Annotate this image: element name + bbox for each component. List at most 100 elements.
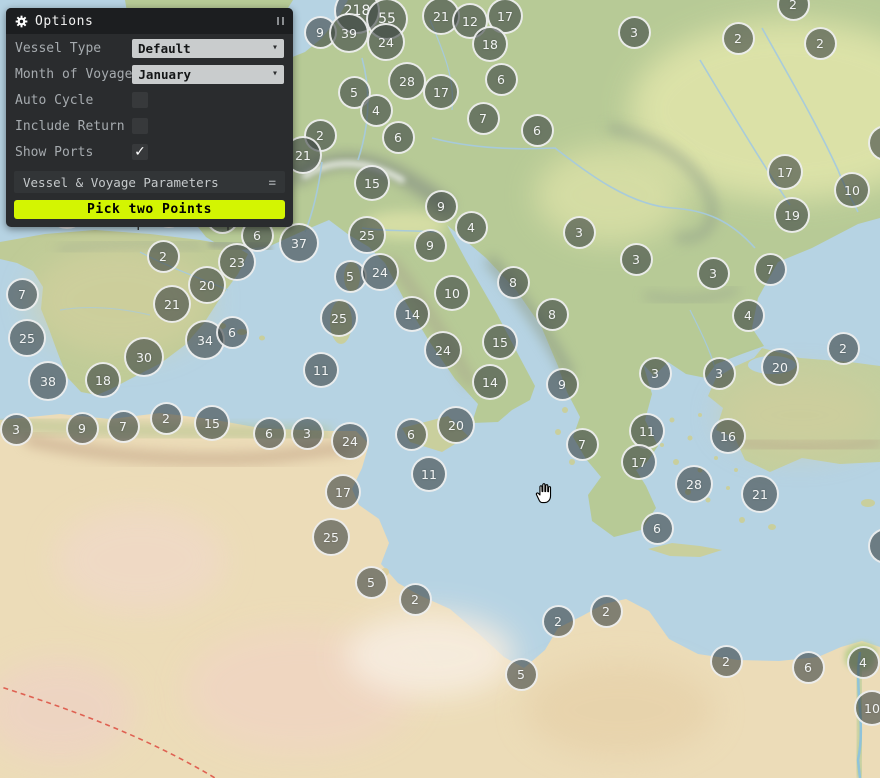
cluster-marker[interactable]: 15 xyxy=(194,405,230,441)
include-return-checkbox[interactable] xyxy=(132,118,148,134)
show-ports-label: Show Ports xyxy=(15,145,132,160)
cluster-marker[interactable]: 3 xyxy=(697,257,730,290)
cluster-marker[interactable]: 14 xyxy=(472,364,508,400)
cluster-marker[interactable]: 28 xyxy=(675,465,713,503)
cluster-marker[interactable]: 24 xyxy=(424,331,462,369)
panel-collapse-icon[interactable] xyxy=(277,17,284,25)
cluster-marker[interactable]: 15 xyxy=(482,324,518,360)
cluster-marker[interactable]: 7 xyxy=(467,102,500,135)
cluster-marker[interactable]: 7 xyxy=(107,410,140,443)
gear-icon xyxy=(15,15,28,28)
auto-cycle-label: Auto Cycle xyxy=(15,93,132,108)
cluster-marker[interactable] xyxy=(868,528,880,564)
cluster-marker[interactable]: 6 xyxy=(216,316,249,349)
cluster-marker[interactable]: 10 xyxy=(434,275,470,311)
cluster-marker[interactable]: 6 xyxy=(485,63,518,96)
cluster-marker[interactable]: 10 xyxy=(834,172,870,208)
options-panel: Options Vessel Type Default ▾ Month of V… xyxy=(6,8,293,227)
cluster-marker[interactable]: 3 xyxy=(639,357,672,390)
cluster-marker[interactable]: 17 xyxy=(767,154,803,190)
cluster-marker[interactable]: 5 xyxy=(505,658,538,691)
cluster-marker[interactable]: 5 xyxy=(355,566,388,599)
cluster-marker[interactable]: 6 xyxy=(395,418,428,451)
cluster-marker[interactable]: 2 xyxy=(722,22,755,55)
cluster-marker[interactable]: 6 xyxy=(253,417,286,450)
cluster-marker[interactable]: 11 xyxy=(303,352,339,388)
pick-two-points-button[interactable]: Pick two Points xyxy=(14,200,285,219)
cluster-marker[interactable]: 17 xyxy=(325,474,361,510)
vessel-type-value: Default xyxy=(138,41,191,56)
cluster-marker[interactable]: 8 xyxy=(497,266,530,299)
cluster-marker[interactable]: 3 xyxy=(563,216,596,249)
cluster-marker[interactable]: 30 xyxy=(124,337,164,377)
cluster-marker[interactable]: 17 xyxy=(423,74,459,110)
cluster-marker[interactable]: 25 xyxy=(320,299,358,337)
cluster-marker[interactable]: 9 xyxy=(414,229,447,262)
cluster-marker[interactable]: 6 xyxy=(521,114,554,147)
cluster-marker[interactable]: 24 xyxy=(331,422,369,460)
cluster-marker[interactable]: 4 xyxy=(847,646,880,679)
cluster-marker[interactable]: 2 xyxy=(147,240,180,273)
cluster-marker[interactable]: 21 xyxy=(153,285,191,323)
cluster-marker[interactable]: 19 xyxy=(774,197,810,233)
cluster-marker[interactable]: 25 xyxy=(8,319,46,357)
cluster-marker[interactable]: 28 xyxy=(388,62,426,100)
chevron-down-icon: ▾ xyxy=(272,69,278,79)
cluster-marker[interactable]: 21 xyxy=(741,475,779,513)
cluster-marker[interactable]: 20 xyxy=(188,266,226,304)
cluster-marker[interactable]: 17 xyxy=(621,444,657,480)
cluster-marker[interactable]: 25 xyxy=(312,518,350,556)
cluster-marker[interactable]: 2 xyxy=(710,645,743,678)
cluster-marker[interactable]: 2 xyxy=(827,332,860,365)
vessel-parameters-section[interactable]: Vessel & Voyage Parameters = xyxy=(14,171,285,193)
month-select[interactable]: January ▾ xyxy=(132,65,284,84)
cluster-marker[interactable]: 6 xyxy=(792,651,825,684)
cluster-marker[interactable]: 9 xyxy=(425,190,458,223)
include-return-label: Include Return xyxy=(15,119,132,134)
cluster-marker[interactable]: 2 xyxy=(150,402,183,435)
cluster-marker[interactable]: 7 xyxy=(754,253,787,286)
cluster-marker[interactable]: 3 xyxy=(618,16,651,49)
cluster-marker[interactable]: 7 xyxy=(6,278,39,311)
cluster-marker[interactable]: 3 xyxy=(291,417,324,450)
cluster-marker[interactable] xyxy=(868,125,880,161)
cluster-marker[interactable]: 15 xyxy=(354,165,390,201)
cluster-marker[interactable]: 2 xyxy=(399,583,432,616)
cluster-marker[interactable]: 18 xyxy=(85,362,121,398)
cluster-marker[interactable]: 2 xyxy=(590,595,623,628)
cluster-marker[interactable]: 11 xyxy=(411,456,447,492)
cluster-marker[interactable]: 6 xyxy=(641,512,674,545)
cluster-marker[interactable]: 8 xyxy=(536,298,569,331)
cluster-marker[interactable]: 24 xyxy=(367,23,405,61)
cluster-marker[interactable]: 16 xyxy=(710,418,746,454)
cluster-marker[interactable]: 38 xyxy=(28,361,68,401)
cluster-marker[interactable]: 9 xyxy=(66,412,99,445)
cluster-marker[interactable]: 3 xyxy=(0,413,33,446)
cluster-marker[interactable]: 10 xyxy=(854,690,880,726)
cluster-marker[interactable]: 25 xyxy=(348,216,386,254)
cluster-marker[interactable]: 4 xyxy=(732,299,765,332)
show-ports-checkbox[interactable]: ✓ xyxy=(132,144,148,160)
auto-cycle-checkbox[interactable] xyxy=(132,92,148,108)
vessel-type-select[interactable]: Default ▾ xyxy=(132,39,284,58)
cluster-marker[interactable]: 2 xyxy=(804,27,837,60)
cluster-marker[interactable]: 3 xyxy=(703,357,736,390)
cluster-marker[interactable]: 37 xyxy=(279,223,319,263)
cluster-marker[interactable]: 3 xyxy=(620,243,653,276)
cluster-marker[interactable]: 6 xyxy=(382,121,415,154)
cluster-marker[interactable]: 2 xyxy=(777,0,810,21)
cluster-marker[interactable]: 20 xyxy=(761,348,799,386)
cluster-marker[interactable]: 14 xyxy=(394,296,430,332)
cluster-marker[interactable]: 9 xyxy=(546,368,579,401)
field-include-return: Include Return xyxy=(6,114,293,138)
vessel-type-label: Vessel Type xyxy=(15,41,132,56)
cluster-marker[interactable]: 24 xyxy=(361,253,399,291)
cluster-marker[interactable]: 20 xyxy=(437,406,475,444)
cluster-marker[interactable]: 4 xyxy=(455,211,488,244)
cluster-marker[interactable]: 7 xyxy=(566,428,599,461)
cluster-marker[interactable]: 39 xyxy=(329,13,369,53)
cluster-marker[interactable]: 4 xyxy=(360,94,393,127)
cluster-marker[interactable]: 18 xyxy=(472,26,508,62)
cluster-marker[interactable]: 2 xyxy=(542,605,575,638)
panel-header[interactable]: Options xyxy=(6,8,293,34)
